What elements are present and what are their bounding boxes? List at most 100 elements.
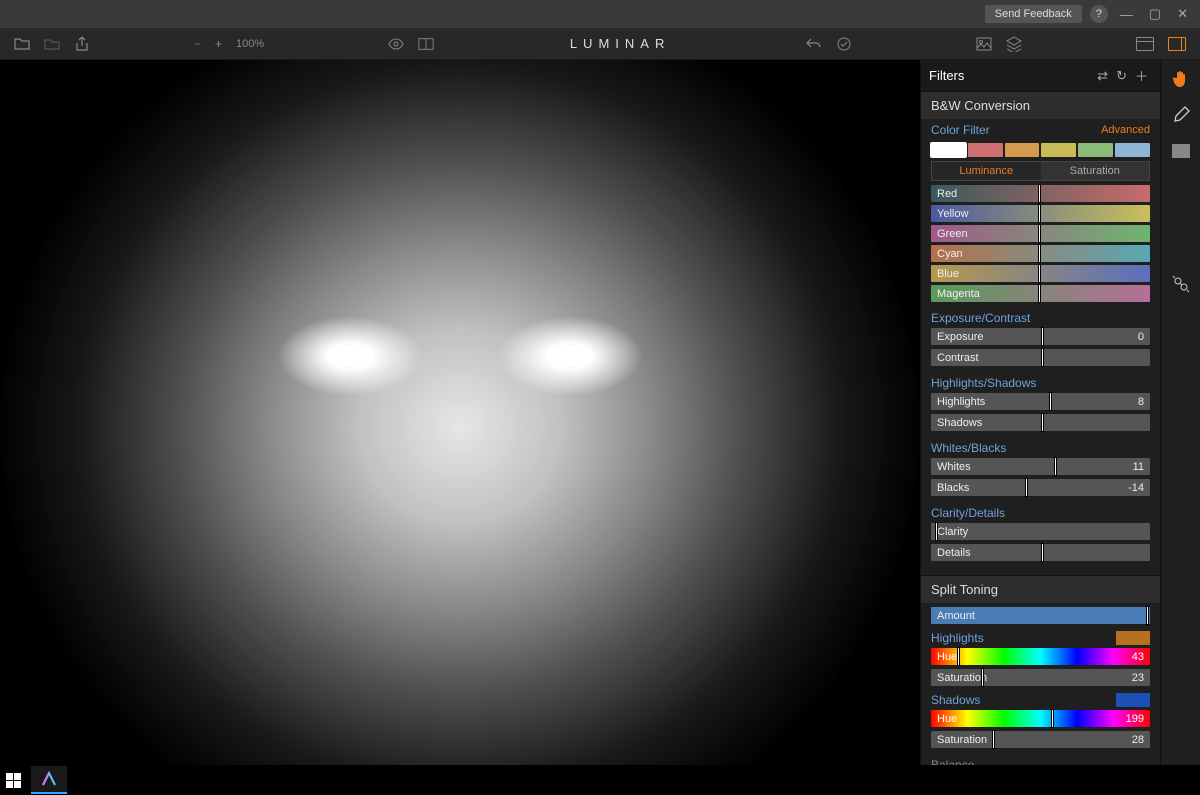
panel-presets-icon[interactable]: ⇄ [1093,68,1112,84]
swatch-1[interactable] [968,143,1003,157]
tab-saturation[interactable]: Saturation [1041,162,1150,180]
slider-value: 0 [1138,331,1144,343]
image-canvas[interactable] [0,60,920,765]
channel-label: Cyan [937,248,963,260]
group-title: Whites/Blacks [921,435,1160,458]
swatch-5[interactable] [1115,143,1150,157]
hand-tool-icon[interactable] [1170,68,1192,90]
channel-magenta[interactable]: Magenta [931,285,1150,302]
titlebar: Send Feedback ? — ▢ ✕ [0,0,1200,28]
group-title: Clarity/Details [921,500,1160,523]
minimize-button[interactable]: — [1116,7,1137,22]
color-filter-label: Color Filter [931,123,990,137]
close-button[interactable]: ✕ [1173,6,1192,22]
balance-label: Balance [921,752,1160,765]
help-button[interactable]: ? [1090,5,1108,23]
split-shadows-label: Shadows [931,693,980,707]
shadows-color-chip[interactable] [1116,693,1150,707]
slider-details[interactable]: Details [931,544,1150,561]
channel-label: Magenta [937,288,980,300]
open-file-icon[interactable] [14,36,30,52]
swatch-2[interactable] [1005,143,1040,157]
compare-icon[interactable] [418,36,434,52]
slider-label: Shadows [937,417,982,429]
layout-side-icon[interactable] [1168,37,1186,51]
crop-tool-icon[interactable] [1170,273,1192,295]
slider-value: -14 [1128,482,1144,494]
channel-label: Blue [937,268,959,280]
recent-files-icon[interactable] [44,36,60,52]
group-title: Exposure/Contrast [921,305,1160,328]
slider-label: Amount [937,610,975,622]
swatch-0[interactable] [931,143,966,157]
highlights-color-chip[interactable] [1116,631,1150,645]
channel-red[interactable]: Red [931,185,1150,202]
slider-whites[interactable]: Whites 11 [931,458,1150,475]
group-title: Highlights/Shadows [921,370,1160,393]
slider-value: 8 [1138,396,1144,408]
send-feedback-button[interactable]: Send Feedback [985,5,1082,23]
slider-amount[interactable]: Amount [931,607,1150,624]
maximize-button[interactable]: ▢ [1145,6,1165,22]
slider-value: 199 [1126,713,1144,725]
portrait-image [0,60,920,765]
zoom-level[interactable]: 100% [236,38,264,50]
swatch-4[interactable] [1078,143,1113,157]
slider-label: Contrast [937,352,979,364]
slider-blacks[interactable]: Blacks -14 [931,479,1150,496]
panel-add-icon[interactable]: ＋ [1131,66,1152,85]
slider-highlights-hue[interactable]: Hue 43 [931,648,1150,665]
channel-yellow[interactable]: Yellow [931,205,1150,222]
slider-label: Saturation [937,734,987,746]
swatch-3[interactable] [1041,143,1076,157]
slider-value: 28 [1132,734,1144,746]
zoom-in-button[interactable]: + [215,37,222,51]
app-brand: LUMINAR [570,36,671,51]
zoom-out-button[interactable]: − [194,37,201,51]
bw-section-title[interactable]: B&W Conversion [921,91,1160,119]
slider-highlights[interactable]: Highlights 8 [931,393,1150,410]
slider-label: Details [937,547,971,559]
slider-label: Clarity [937,526,968,538]
slider-label: Blacks [937,482,969,494]
slider-shadows-sat[interactable]: Saturation 28 [931,731,1150,748]
preview-icon[interactable] [388,36,404,52]
layers-icon[interactable] [1006,36,1022,52]
slider-contrast[interactable]: Contrast [931,349,1150,366]
slider-shadows-hue[interactable]: Hue 199 [931,710,1150,727]
image-icon[interactable] [976,36,992,52]
windows-taskbar [0,765,1200,795]
slider-value: 11 [1133,461,1144,473]
slider-shadows[interactable]: Shadows [931,414,1150,431]
tool-column [1160,60,1200,765]
slider-value: 23 [1132,672,1144,684]
taskbar-app-luminar[interactable] [31,766,67,794]
layout-top-icon[interactable] [1136,37,1154,51]
export-icon[interactable] [74,36,90,52]
split-section-title[interactable]: Split Toning [921,575,1160,603]
slider-label: Hue [937,651,957,663]
slider-label: Saturation [937,672,987,684]
slider-exposure[interactable]: Exposure 0 [931,328,1150,345]
channel-label: Red [937,188,957,200]
gradient-tool-icon[interactable] [1170,140,1192,162]
panel-title: Filters [929,68,964,83]
history-icon[interactable] [836,36,852,52]
slider-label: Highlights [937,396,985,408]
brush-tool-icon[interactable] [1170,104,1192,126]
slider-clarity[interactable]: Clarity [931,523,1150,540]
channel-cyan[interactable]: Cyan [931,245,1150,262]
slider-label: Exposure [937,331,983,343]
main-toolbar: − + 100% LUMINAR [0,28,1200,60]
tab-luminance[interactable]: Luminance [932,162,1041,180]
slider-highlights-sat[interactable]: Saturation 23 [931,669,1150,686]
start-button[interactable] [6,773,21,788]
channel-blue[interactable]: Blue [931,265,1150,282]
undo-icon[interactable] [806,36,822,52]
slider-label: Whites [937,461,971,473]
advanced-toggle[interactable]: Advanced [1101,124,1150,136]
channel-green[interactable]: Green [931,225,1150,242]
slider-value: 43 [1132,651,1144,663]
panel-refresh-icon[interactable]: ↻ [1112,68,1131,84]
slider-label: Hue [937,713,957,725]
